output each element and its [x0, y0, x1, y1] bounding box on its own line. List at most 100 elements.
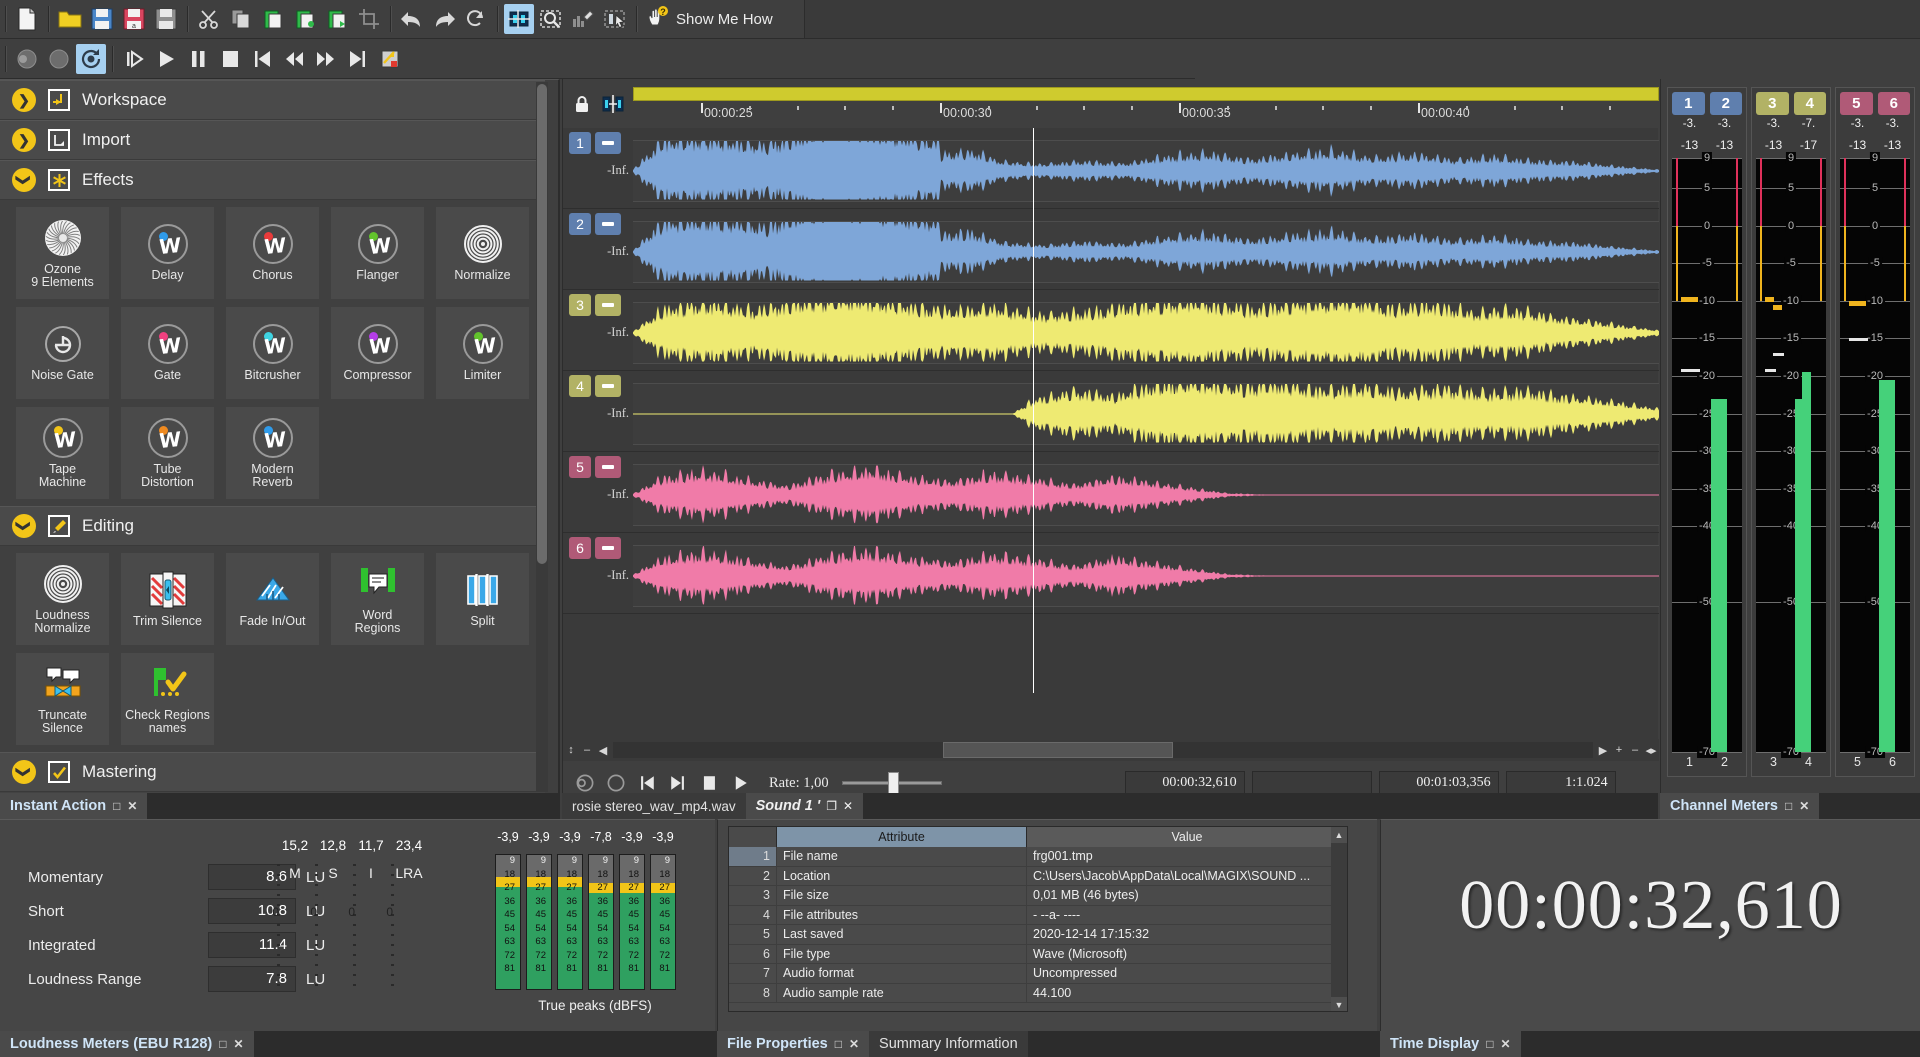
editing-fade-in-out[interactable]: Fade In/Out	[226, 553, 319, 645]
effect-chorus[interactable]: WChorus	[226, 207, 319, 299]
selection-edit-icon[interactable]	[601, 93, 625, 115]
channel-number-button[interactable]: 6	[569, 537, 591, 559]
channel-number-button[interactable]: 2	[569, 213, 591, 235]
rewind-icon[interactable]	[279, 44, 309, 74]
channel-mute-button[interactable]	[595, 456, 621, 478]
effect-delay[interactable]: WDelay	[121, 207, 214, 299]
record-icon[interactable]	[44, 44, 74, 74]
effect-ozone-9-elements[interactable]: Ozone 9 Elements	[16, 207, 109, 299]
scroll-left-icon[interactable]: ◀	[595, 741, 611, 759]
channel-waveform[interactable]	[633, 383, 1659, 445]
effect-flanger[interactable]: WFlanger	[331, 207, 424, 299]
tab-summary-information[interactable]: Summary Information	[869, 1031, 1028, 1057]
zoom-ratio-field[interactable]: 1:1.024	[1506, 771, 1616, 795]
channel-lane-1[interactable]: 1-Inf.	[563, 128, 1659, 209]
table-row[interactable]: 8Audio sample rate44.100	[729, 984, 1347, 1004]
tab-sound-1[interactable]: Sound 1 ' ❐ ✕	[746, 793, 864, 819]
editing-trim-silence[interactable]: Trim Silence	[121, 553, 214, 645]
loudness-value[interactable]: 7.8	[208, 966, 296, 992]
effect-normalize[interactable]: Normalize	[436, 207, 529, 299]
channel-lane-4[interactable]: 4-Inf.	[563, 371, 1659, 452]
table-row[interactable]: 7Audio formatUncompressed	[729, 964, 1347, 984]
row-value[interactable]: Wave (Microsoft)	[1027, 945, 1347, 964]
editing-word-regions[interactable]: Word Regions	[331, 553, 424, 645]
loudness-value[interactable]: 10.8	[208, 898, 296, 924]
channel-select-button[interactable]: 2	[1710, 92, 1743, 115]
effect-tape-machine[interactable]: WTape Machine	[16, 407, 109, 499]
row-value[interactable]: Uncompressed	[1027, 964, 1347, 983]
go-to-start-icon[interactable]	[247, 44, 277, 74]
sidebar-section-editing[interactable]: ❯ Editing	[0, 506, 545, 546]
row-value[interactable]: 2020-12-14 17:15:32	[1027, 925, 1347, 944]
copy-icon[interactable]	[226, 4, 256, 34]
length-field[interactable]: 00:01:03,356	[1379, 771, 1499, 795]
channel-waveform[interactable]	[633, 221, 1659, 283]
undo-icon[interactable]	[397, 4, 427, 34]
table-row[interactable]: 1File namefrg001.tmp	[729, 847, 1347, 867]
table-row[interactable]: 2LocationC:\Users\Jacob\AppData\Local\MA…	[729, 867, 1347, 887]
value-column-header[interactable]: Value	[1027, 827, 1347, 847]
row-value[interactable]: C:\Users\Jacob\AppData\Local\MAGIX\SOUND…	[1027, 867, 1347, 886]
restore-icon[interactable]: □	[219, 1037, 226, 1051]
channel-select-button[interactable]: 4	[1794, 92, 1827, 115]
new-file-icon[interactable]	[12, 4, 42, 34]
record-armed-icon[interactable]	[12, 44, 42, 74]
channel-waveform[interactable]	[633, 140, 1659, 202]
show-me-how-button[interactable]: ? Show Me How	[642, 4, 781, 34]
effect-bitcrusher[interactable]: WBitcrusher	[226, 307, 319, 399]
paste-icon[interactable]	[258, 4, 288, 34]
channel-waveform[interactable]	[633, 545, 1659, 607]
effect-modern-reverb[interactable]: WModern Reverb	[226, 407, 319, 499]
channel-mute-button[interactable]	[595, 213, 621, 235]
channel-mute-button[interactable]	[595, 132, 621, 154]
scrollbar-thumb[interactable]	[943, 742, 1173, 758]
table-row[interactable]: 4File attributes- --a- ----	[729, 906, 1347, 926]
effect-tube-distortion[interactable]: WTube Distortion	[121, 407, 214, 499]
close-icon[interactable]: ✕	[849, 1037, 859, 1051]
selection-field[interactable]	[1252, 771, 1372, 795]
edit-tool-icon[interactable]	[504, 4, 534, 34]
zoom-in-icon[interactable]: +	[1611, 741, 1627, 759]
open-folder-icon[interactable]	[55, 4, 85, 34]
paste-special-icon[interactable]	[290, 4, 320, 34]
sidebar-section-effects[interactable]: ❯ Effects	[0, 160, 545, 200]
row-value[interactable]: frg001.tmp	[1027, 847, 1347, 866]
zoom-in-vertical-icon[interactable]: ↕	[563, 741, 579, 759]
file-properties-table[interactable]: Attribute Value 1File namefrg001.tmp2Loc…	[728, 826, 1348, 1012]
channel-select-button[interactable]: 3	[1756, 92, 1789, 115]
playhead-cursor[interactable]	[1033, 128, 1034, 693]
zoom-out-icon[interactable]: –	[1627, 741, 1643, 759]
horizontal-scrollbar[interactable]: ↕ – ◀ ▶ + – ◂▸	[563, 739, 1659, 761]
close-icon[interactable]: ✕	[127, 799, 137, 813]
channel-number-button[interactable]: 5	[569, 456, 591, 478]
loudness-value[interactable]: 8.6	[208, 864, 296, 890]
channel-number-button[interactable]: 3	[569, 294, 591, 316]
time-ruler[interactable]: 00:00:2500:00:3000:00:3500:00:40	[633, 103, 1659, 128]
effect-limiter[interactable]: WLimiter	[436, 307, 529, 399]
pencil-tool-icon[interactable]	[568, 4, 598, 34]
table-row[interactable]: 6File typeWave (Microsoft)	[729, 945, 1347, 965]
tab-file-properties[interactable]: File Properties □ ✕	[717, 1031, 869, 1057]
repeat-icon[interactable]	[461, 4, 491, 34]
mix-paste-icon[interactable]	[322, 4, 352, 34]
editing-check-regions-names[interactable]: Check Regions names	[121, 653, 214, 745]
scroll-up-icon[interactable]: ▲	[1331, 827, 1347, 843]
table-scrollbar[interactable]: ▲ ▼	[1331, 827, 1347, 1012]
loop-playback-icon[interactable]	[76, 44, 106, 74]
effect-noise-gate[interactable]: Noise Gate	[16, 307, 109, 399]
tab-loudness-meters[interactable]: Loudness Meters (EBU R128) □ ✕	[0, 1031, 254, 1057]
channel-number-button[interactable]: 1	[569, 132, 591, 154]
slider-knob[interactable]	[888, 772, 899, 794]
channel-lane-5[interactable]: 5-Inf.	[563, 452, 1659, 533]
loop-region-bar[interactable]	[633, 87, 1659, 101]
save-as-icon[interactable]: a	[119, 4, 149, 34]
channel-mute-button[interactable]	[595, 294, 621, 316]
table-row[interactable]: 3File size0,01 MB (46 bytes)	[729, 886, 1347, 906]
close-icon[interactable]: ✕	[843, 799, 853, 813]
channel-lane-6[interactable]: 6-Inf.	[563, 533, 1659, 614]
restore-icon[interactable]: □	[1486, 1037, 1493, 1051]
restore-icon[interactable]: □	[113, 799, 120, 813]
editing-loudness-normalize[interactable]: Loudness Normalize	[16, 553, 109, 645]
crop-icon[interactable]	[354, 4, 384, 34]
channel-select-button[interactable]: 6	[1878, 92, 1911, 115]
